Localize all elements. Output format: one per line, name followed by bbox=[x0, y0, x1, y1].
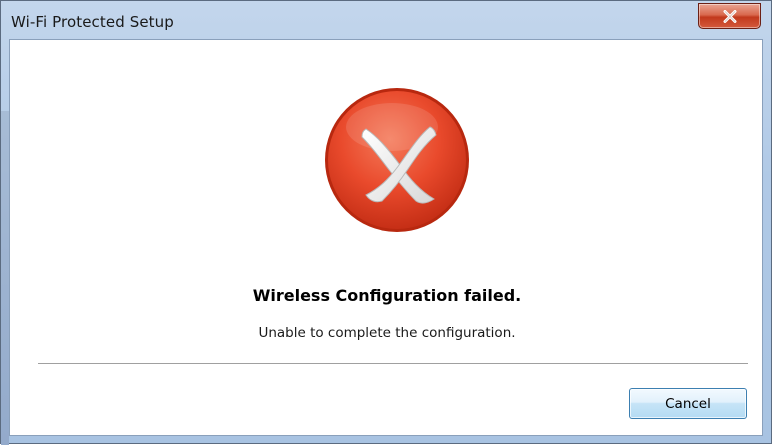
dialog-content: Wireless Configuration failed. Unable to… bbox=[9, 39, 763, 436]
dialog-window: Wi-Fi Protected Setup Wireless Configura… bbox=[0, 0, 772, 445]
error-message: Unable to complete the configuration. bbox=[258, 325, 516, 341]
error-x-icon bbox=[325, 88, 469, 232]
window-title: Wi-Fi Protected Setup bbox=[11, 13, 174, 31]
close-icon bbox=[723, 10, 737, 23]
window-frame-edge bbox=[1, 111, 9, 445]
error-heading: Wireless Configuration failed. bbox=[252, 286, 522, 305]
title-bar[interactable]: Wi-Fi Protected Setup bbox=[1, 1, 771, 39]
close-button[interactable] bbox=[698, 3, 761, 29]
cancel-button[interactable]: Cancel bbox=[629, 388, 747, 419]
divider bbox=[38, 363, 748, 364]
